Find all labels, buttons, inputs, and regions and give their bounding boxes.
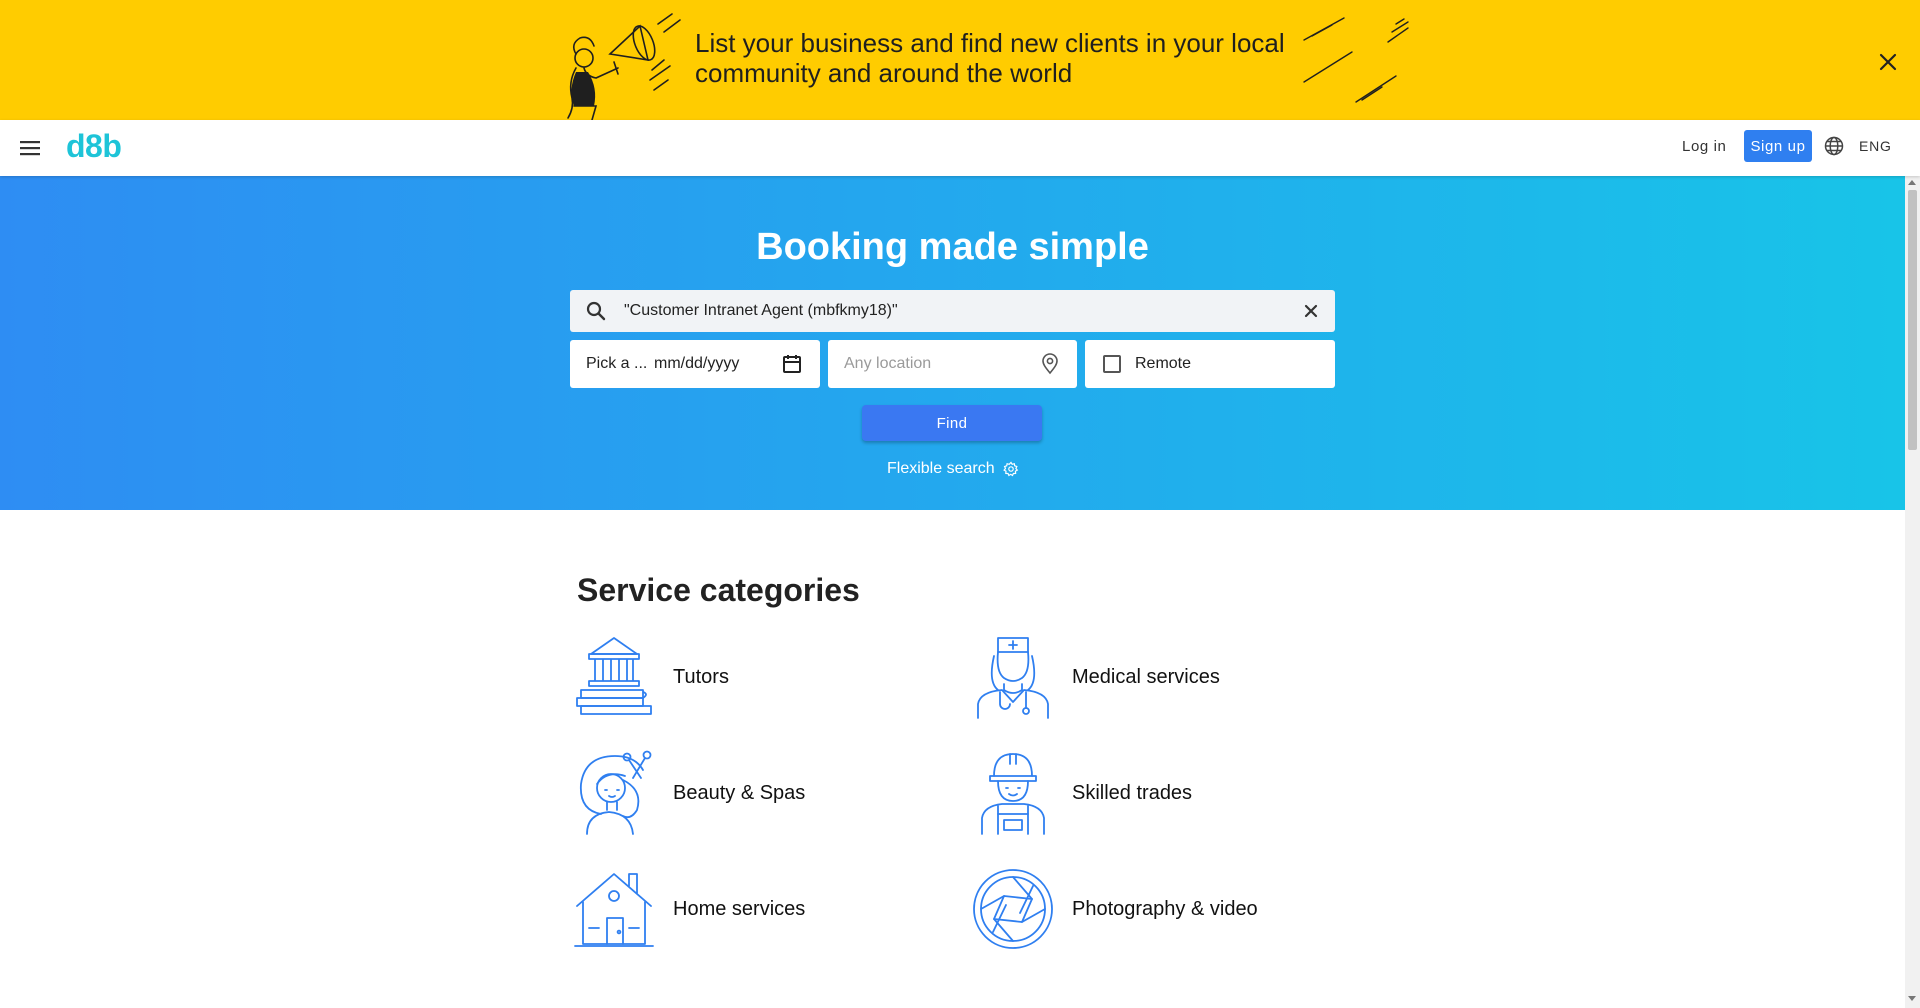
camera-icon [973,869,1053,949]
logo[interactable]: d8b [66,128,122,165]
menu-button[interactable] [14,132,46,164]
find-button[interactable]: Find [862,405,1042,441]
location-field [828,340,1077,388]
search-input[interactable] [624,290,1264,332]
service-categories-title: Service categories [577,572,860,608]
scrollbar-thumb[interactable] [1908,190,1917,450]
location-pin-icon [1042,353,1058,375]
remote-label: Remote [1135,355,1192,372]
category-label: Skilled trades [1072,781,1193,804]
category-tutors[interactable]: Tutors [571,634,729,720]
gear-icon [1002,461,1018,477]
hamburger-menu-icon [20,141,40,156]
signup-button[interactable]: Sign up [1744,130,1812,162]
date-input[interactable]: mm/dd/yyyy [654,355,739,373]
category-photography-video[interactable]: Photography & video [970,866,1258,952]
top-navigation: d8b Log in Sign up ENG [0,120,1920,176]
scroll-up-arrow[interactable] [1908,180,1916,185]
date-label: Pick a ... [586,355,648,372]
remote-checkbox[interactable] [1103,355,1121,373]
flexible-search-label: Flexible search [887,460,995,477]
category-beauty-spas[interactable]: Beauty & Spas [571,750,805,836]
close-banner-button[interactable] [1872,46,1904,78]
category-medical-services[interactable]: Medical services [970,634,1220,720]
banner-decoration-lines [1303,17,1409,103]
megaphone-illustration-icon [567,13,681,120]
category-skilled-trades[interactable]: Skilled trades [970,750,1192,836]
tutors-icon [576,637,652,715]
remote-checkbox-field[interactable]: Remote [1085,340,1335,388]
category-label: Tutors [673,665,729,688]
calendar-icon[interactable] [780,352,804,376]
search-icon [586,301,606,321]
globe-icon[interactable] [1824,136,1844,156]
category-label: Beauty & Spas [673,781,806,804]
trades-icon [981,753,1045,835]
clear-search-icon[interactable] [1299,299,1323,323]
flexible-search-link[interactable]: Flexible search [887,460,1019,478]
language-selector[interactable]: ENG [1859,138,1892,154]
promo-banner: List your business and find new clients … [0,0,1920,120]
category-home-services[interactable]: Home services [571,866,805,952]
location-input[interactable] [844,340,1034,388]
hero-title: Booking made simple [756,226,1149,268]
beauty-icon [579,750,652,835]
category-label: Home services [673,897,806,920]
category-label: Photography & video [1072,897,1258,920]
login-link[interactable]: Log in [1682,138,1726,155]
date-picker-field[interactable]: Pick a ... mm/dd/yyyy [570,340,820,388]
category-label: Medical services [1072,665,1220,688]
scroll-down-arrow[interactable] [1908,996,1916,1001]
search-box [570,290,1335,332]
banner-text: List your business and find new clients … [695,28,1285,88]
hero-section: Booking made simple Pick a ... mm/dd/yyy… [0,176,1905,510]
medical-icon [977,637,1049,719]
home-icon [574,873,654,947]
close-icon [1879,53,1897,71]
